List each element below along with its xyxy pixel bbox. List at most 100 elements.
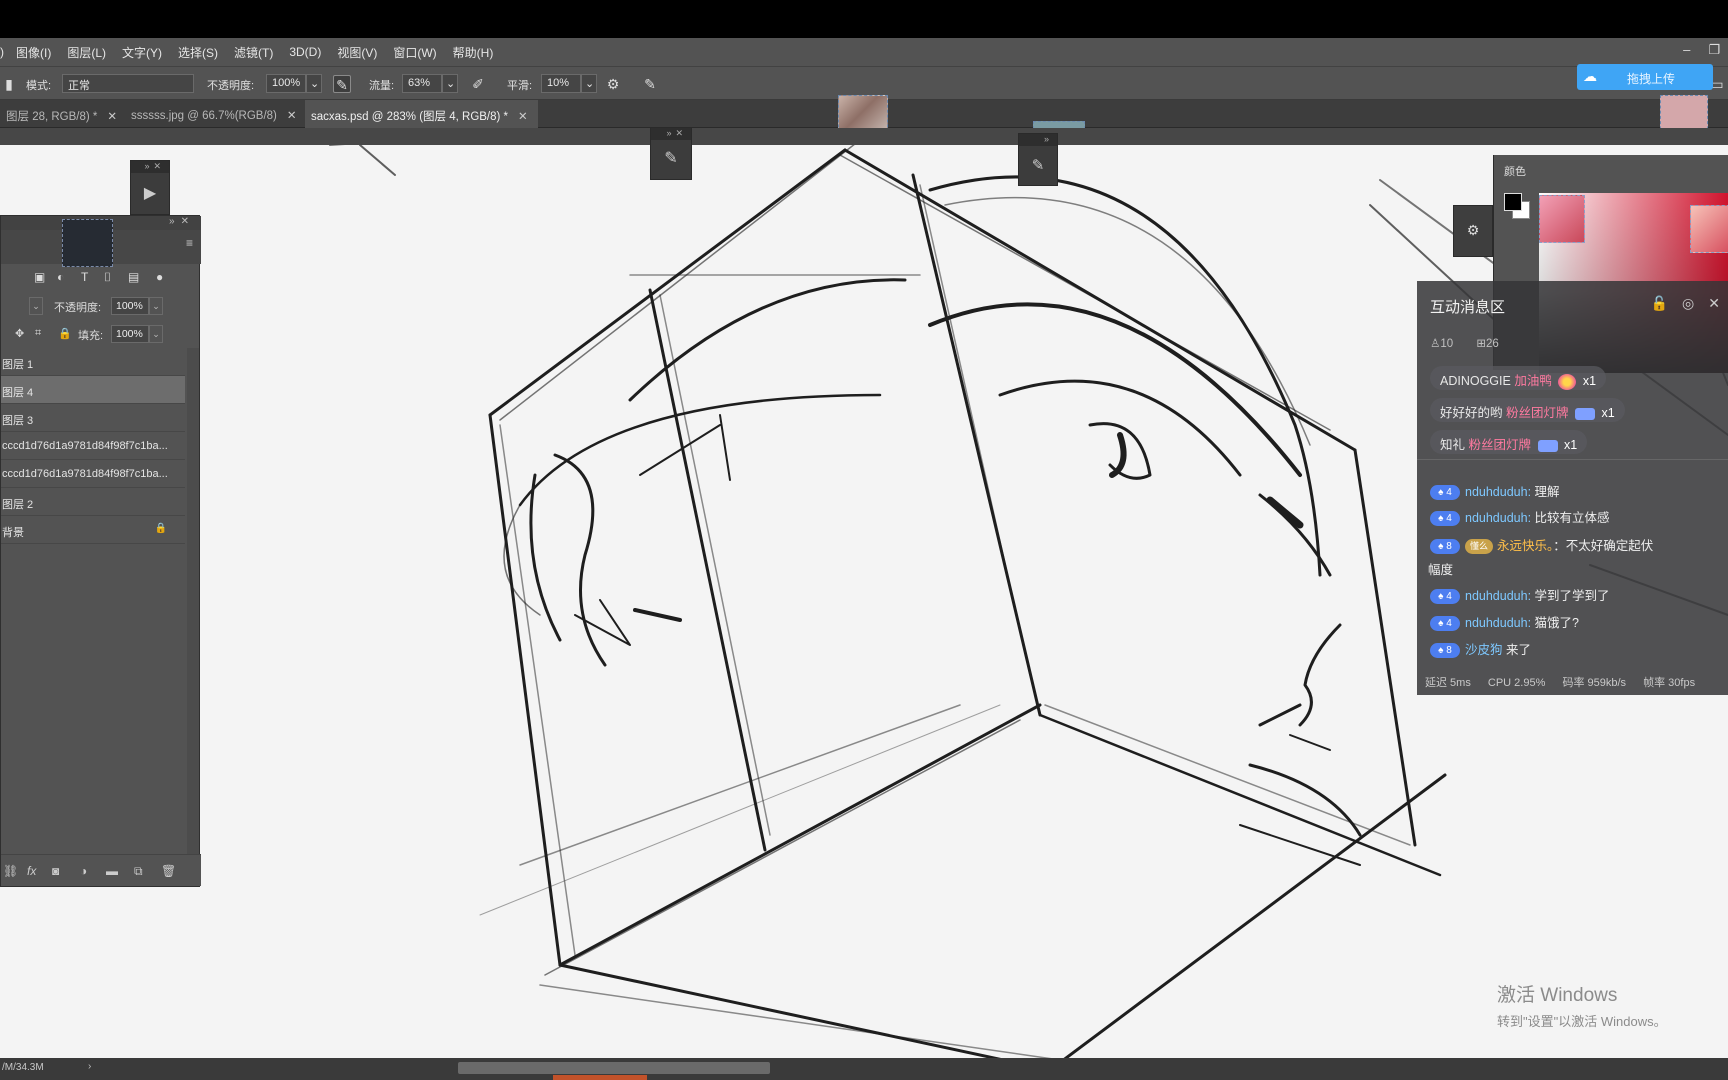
drag-thumbnail[interactable] xyxy=(1690,205,1728,253)
foreground-color-swatch[interactable] xyxy=(1504,193,1522,211)
panel-controls[interactable]: »✕ xyxy=(169,216,195,227)
menu-filter[interactable]: 滤镜(T) xyxy=(226,44,281,61)
link-layers-icon[interactable]: ⛓ xyxy=(3,864,18,878)
mode-select[interactable]: 正常 xyxy=(62,74,194,93)
brush-icon[interactable]: ✎ xyxy=(651,148,691,168)
layer-name: 背景 xyxy=(2,527,24,539)
menu-type[interactable]: 文字(Y) xyxy=(114,44,170,61)
opacity-dropdown[interactable]: ⌄ xyxy=(306,74,322,93)
chat-user: nduhduduh: xyxy=(1465,511,1532,525)
layer-row[interactable]: cccd1d76d1a9781d84f98f7c1ba... xyxy=(1,460,185,488)
layer-row[interactable]: 图层 4 xyxy=(1,376,185,404)
flow-field[interactable]: 63% xyxy=(402,74,442,93)
menu-item-fragment[interactable]: ) xyxy=(0,45,8,59)
chat-controls: 🔓 ◎ ✕ xyxy=(1651,295,1720,312)
properties-panel-icon[interactable]: ⚙ xyxy=(1453,205,1493,257)
close-icon[interactable]: ✕ xyxy=(1708,295,1720,312)
smart-object-filter-icon[interactable]: ▤ xyxy=(128,270,139,284)
bitrate-stat: 码率 959kb/s xyxy=(1562,677,1627,689)
lock-icon[interactable]: 🔒 xyxy=(58,327,72,340)
close-icon[interactable]: ✕ xyxy=(287,110,297,122)
shape-filter-icon[interactable]: ⌷ xyxy=(104,270,111,285)
panel-header[interactable]: » xyxy=(1019,134,1057,146)
timeline-marker xyxy=(553,1075,647,1080)
tab-document-2[interactable]: ssssss.jpg @ 66.7%(RGB/8) ✕ xyxy=(125,100,307,128)
drag-thumbnail[interactable] xyxy=(62,219,113,267)
layer-row[interactable]: cccd1d76d1a9781d84f98f7c1ba... xyxy=(1,432,185,460)
layer-opacity-field[interactable]: 100% xyxy=(111,297,149,315)
gear-icon[interactable]: ⚙ xyxy=(604,75,622,93)
layer-row[interactable]: 图层 1 xyxy=(1,348,185,376)
screen: ) 图像(I) 图层(L) 文字(Y) 选择(S) 滤镜(T) 3D(D) 视图… xyxy=(0,0,1728,1080)
new-group-icon[interactable]: ▬ xyxy=(106,864,118,878)
pixel-filter-icon[interactable]: ▣ xyxy=(34,270,45,284)
level-badge: ♠ 8 xyxy=(1430,643,1460,659)
fill-field[interactable]: 100% xyxy=(111,325,149,343)
panel-header[interactable]: »✕ xyxy=(651,128,691,140)
menu-layer[interactable]: 图层(L) xyxy=(59,44,114,61)
flow-dropdown[interactable]: ⌄ xyxy=(442,74,458,93)
menu-image[interactable]: 图像(I) xyxy=(8,44,59,61)
trash-icon[interactable]: 🗑 xyxy=(161,864,176,878)
artboard-lock-icon[interactable]: ⌗ xyxy=(35,327,41,340)
color-panel-title: 颜色 xyxy=(1504,166,1526,178)
chat-user: nduhduduh: xyxy=(1465,616,1532,630)
gift-message: ADINOGGIE 加油鸭 x1 xyxy=(1430,366,1607,390)
menu-select[interactable]: 选择(S) xyxy=(170,44,226,61)
layer-row[interactable]: 图层 2 xyxy=(1,488,185,516)
pressure-size-icon[interactable]: ✎ xyxy=(641,75,659,93)
smooth-dropdown[interactable]: ⌄ xyxy=(581,74,597,93)
settings-icon[interactable]: ◎ xyxy=(1682,295,1694,312)
airbrush-icon[interactable]: ✐ xyxy=(469,75,487,93)
layer-row[interactable]: 图层 3 xyxy=(1,404,185,432)
new-layer-icon[interactable]: ⧉ xyxy=(134,864,143,879)
gift-message: 好好好的哟 粉丝团灯牌 x1 xyxy=(1430,398,1625,422)
mode-label: 模式: xyxy=(26,80,52,92)
latency-stat: 延迟 5ms xyxy=(1425,677,1471,689)
minimize-icon[interactable]: – xyxy=(1683,42,1690,58)
canvas-ruler-gap xyxy=(0,128,1728,145)
pressure-opacity-icon[interactable]: ✎ xyxy=(333,75,351,93)
layer-row[interactable]: 背景 🔒 xyxy=(1,516,185,544)
blend-mode-dropdown[interactable]: ⌄ xyxy=(29,297,43,315)
layer-opacity-dropdown[interactable]: ⌄ xyxy=(149,297,163,315)
tool-preset-icon[interactable]: ▮ xyxy=(0,75,18,93)
level-badge: ♠ 8 xyxy=(1430,539,1460,555)
close-icon[interactable]: ✕ xyxy=(107,111,117,123)
adjustment-filter-icon[interactable]: ◐ xyxy=(57,270,64,284)
chat-message: ♠ 4 nduhduduh: 学到了学到了 xyxy=(1430,585,1610,605)
type-filter-icon[interactable]: T xyxy=(81,270,88,284)
clone-stamp-icon[interactable]: ✎ xyxy=(1019,156,1057,174)
filter-toggle-icon[interactable]: ● xyxy=(156,270,163,284)
menu-3d[interactable]: 3D(D) xyxy=(281,45,329,59)
gift-count: x1 xyxy=(1582,374,1597,388)
restore-icon[interactable]: ❐ xyxy=(1708,42,1720,58)
menu-window[interactable]: 窗口(W) xyxy=(385,44,444,61)
level-value: 4 xyxy=(1446,618,1452,630)
drag-thumbnail[interactable] xyxy=(1539,195,1585,243)
play-icon[interactable]: ▶ xyxy=(131,183,169,203)
chat-title: 互动消息区 xyxy=(1430,299,1506,316)
panel-menu-icon[interactable]: ≡ xyxy=(186,236,193,250)
tab-document-3[interactable]: sacxas.psd @ 283% (图层 4, RGB/8) * ✕ xyxy=(305,100,538,128)
menu-view[interactable]: 视图(V) xyxy=(329,44,385,61)
add-mask-icon[interactable]: ◙ xyxy=(52,864,59,878)
menu-bar: ) 图像(I) 图层(L) 文字(Y) 选择(S) 滤镜(T) 3D(D) 视图… xyxy=(0,38,1728,66)
fill-dropdown[interactable]: ⌄ xyxy=(149,325,163,343)
layers-scrollbar[interactable] xyxy=(187,348,199,868)
lock-icon[interactable]: 🔓 xyxy=(1651,295,1668,312)
layers-panel: »✕ ≡ ▣ ◐ T ⌷ ▤ ● ⌄ 不透明度: 100% ⌄ ✥ ⌗ 🔒 填充… xyxy=(0,215,201,887)
move-lock-icon[interactable]: ✥ xyxy=(15,327,24,340)
panel-header[interactable]: »✕ xyxy=(131,161,169,173)
horizontal-scrollbar-thumb[interactable] xyxy=(458,1062,770,1074)
adjustment-layer-icon[interactable]: ◑ xyxy=(80,864,87,878)
smooth-field[interactable]: 10% xyxy=(541,74,581,93)
opacity-field[interactable]: 100% xyxy=(266,74,306,93)
tab-document-1[interactable]: 图层 28, RGB/8) * ✕ xyxy=(0,100,127,128)
close-icon[interactable]: ✕ xyxy=(518,111,528,123)
fx-icon[interactable]: fx xyxy=(27,864,36,878)
upload-button[interactable]: ☁ 拖拽上传 xyxy=(1577,64,1713,90)
menu-help[interactable]: 帮助(H) xyxy=(445,44,502,61)
lock-icon[interactable]: 🔒 xyxy=(155,523,167,534)
chevron-right-icon[interactable]: › xyxy=(88,1061,91,1072)
